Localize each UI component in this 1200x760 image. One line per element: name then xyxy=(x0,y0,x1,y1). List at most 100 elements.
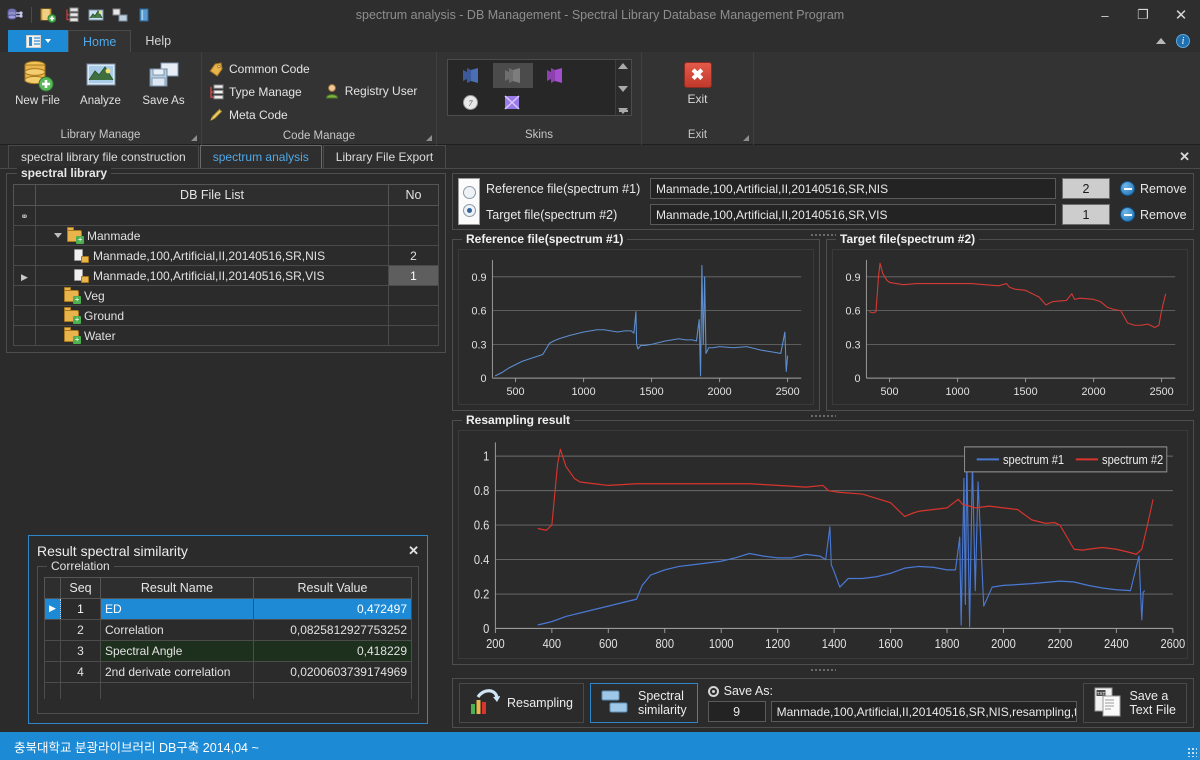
filter-key-icon[interactable]: ⚭ xyxy=(20,212,28,223)
skin-violet[interactable] xyxy=(493,90,533,115)
application-window: spectrum analysis - DB Management - Spec… xyxy=(0,0,1200,760)
ribbon-tab-home[interactable]: Home xyxy=(68,30,132,52)
type-manage-item[interactable]: Type Manage xyxy=(208,81,310,103)
arrange-icon[interactable] xyxy=(109,4,131,26)
splitter-handle-bottom[interactable] xyxy=(452,665,1194,674)
table-header-row: DB File List No xyxy=(13,184,439,206)
target-file-label: Target file(spectrum #2) xyxy=(486,207,618,222)
radio-reference-file[interactable] xyxy=(462,185,476,199)
spectrum-radio-group[interactable] xyxy=(458,178,480,225)
save-as-no-input[interactable]: 9 xyxy=(707,701,766,722)
dialog-launcher-icon-3[interactable] xyxy=(743,135,749,141)
application-menu-button[interactable] xyxy=(8,30,68,52)
floppy-save-icon xyxy=(147,60,181,92)
svg-text:2600: 2600 xyxy=(1160,636,1185,651)
group-row-water[interactable]: + Water xyxy=(35,325,389,346)
add-db-icon[interactable] xyxy=(37,4,59,26)
common-code-item[interactable]: Common Code xyxy=(208,58,310,80)
save-as-filename-input[interactable]: Manmade,100,Artificial,II,20140516,SR,NI… xyxy=(770,701,1078,722)
resampling-button[interactable]: Resampling xyxy=(459,683,585,723)
save-text-file-button[interactable]: TXT Save a Text File xyxy=(1083,683,1187,723)
analyze-icon[interactable] xyxy=(85,4,107,26)
table-row[interactable]: + Veg xyxy=(13,285,439,306)
delete-icon[interactable] xyxy=(133,4,155,26)
tab-spectrum-analysis[interactable]: spectrum analysis xyxy=(199,145,322,168)
scroll-down-icon[interactable] xyxy=(618,85,628,92)
expander-open-icon[interactable] xyxy=(54,233,62,238)
registry-user-item[interactable]: Registry User xyxy=(324,80,417,102)
help-info-icon[interactable]: i xyxy=(1176,34,1190,48)
col-seq[interactable]: Seq xyxy=(60,576,101,599)
tab-library-file-export[interactable]: Library File Export xyxy=(322,145,447,168)
group-row-veg[interactable]: + Veg xyxy=(35,285,389,306)
chevron-down-icon xyxy=(44,39,51,43)
svg-text:0: 0 xyxy=(855,373,861,385)
skin-seven[interactable]: 7 xyxy=(451,90,491,115)
skin-gray[interactable] xyxy=(492,63,533,88)
ribbon-tab-help[interactable]: Help xyxy=(131,30,185,52)
minimize-button[interactable]: – xyxy=(1086,0,1124,30)
table-row[interactable]: ▶ 1 ED 0,472497 xyxy=(44,597,412,620)
dialog-launcher-icon-2[interactable] xyxy=(426,135,432,141)
skins-gallery[interactable]: 7 xyxy=(446,59,632,116)
analyze-button[interactable]: Analyze xyxy=(69,56,132,107)
col-no[interactable]: No xyxy=(388,184,439,206)
tag-icon xyxy=(208,61,224,77)
exit-button[interactable]: ✖ Exit xyxy=(666,56,730,106)
table-row[interactable]: 4 2nd derivate correlation 0,02006037391… xyxy=(44,660,412,683)
file-row-vis[interactable]: Manmade,100,Artificial,II,20140516,SR,VI… xyxy=(35,265,389,286)
save-as-label: Save As xyxy=(142,95,185,107)
db-file-list-table[interactable]: DB File List No ⚭ + Manmade Manmade,100,… xyxy=(13,184,439,346)
close-tab-icon[interactable]: ✕ xyxy=(1179,149,1190,165)
skin-blue[interactable] xyxy=(451,63,491,88)
save-as-button[interactable]: Save As xyxy=(132,56,195,107)
reference-file-no[interactable]: 2 xyxy=(1062,178,1110,199)
file-row-nis[interactable]: Manmade,100,Artificial,II,20140516,SR,NI… xyxy=(35,245,389,266)
group-row-ground[interactable]: + Ground xyxy=(35,305,389,326)
target-file-input[interactable]: Manmade,100,Artificial,II,20140516,SR,VI… xyxy=(650,204,1056,225)
folder-icon: + xyxy=(64,326,81,344)
chart-row: Reference file(spectrum #1) 0 0.3 0.6 0.9 50… xyxy=(452,232,1194,411)
dialog-launcher-icon[interactable] xyxy=(191,135,197,141)
reference-file-input[interactable]: Manmade,100,Artificial,II,20140516,SR,NI… xyxy=(650,178,1056,199)
svg-text:1400: 1400 xyxy=(822,636,847,651)
remove-reference-button[interactable]: Remove xyxy=(1116,178,1188,199)
correlation-table[interactable]: Seq Result Name Result Value ▶ 1 ED 0,47… xyxy=(44,576,412,699)
meta-code-item[interactable]: Meta Code xyxy=(208,104,310,126)
db-link-icon[interactable] xyxy=(4,4,26,26)
table-row[interactable]: ▶ Manmade,100,Artificial,II,20140516,SR,… xyxy=(13,265,439,286)
file-cell: Manmade,100,Artificial,II,20140516,SR,NI… xyxy=(40,249,384,263)
row-indicator xyxy=(13,285,36,306)
ribbon-group-exit-title: Exit xyxy=(642,125,753,145)
new-file-button[interactable]: New File xyxy=(6,56,69,107)
table-row[interactable]: + Water xyxy=(13,325,439,346)
scroll-up-icon[interactable] xyxy=(618,63,628,69)
skin-purple[interactable] xyxy=(535,63,575,88)
col-result-name[interactable]: Result Name xyxy=(100,576,254,599)
table-row[interactable]: + Ground xyxy=(13,305,439,326)
col-indicator xyxy=(13,184,36,206)
col-result-value[interactable]: Result Value xyxy=(253,576,412,599)
skins-scrollbar[interactable] xyxy=(614,60,631,115)
target-file-no[interactable]: 1 xyxy=(1062,204,1110,225)
table-row[interactable]: ⚭ xyxy=(13,205,439,226)
close-button[interactable]: ✕ xyxy=(1162,0,1200,30)
col-db-file-list[interactable]: DB File List xyxy=(35,184,389,206)
table-row[interactable]: Manmade,100,Artificial,II,20140516,SR,NI… xyxy=(13,245,439,266)
table-row[interactable]: 3 Spectral Angle 0,418229 xyxy=(44,639,412,662)
group-row-manmade[interactable]: + Manmade xyxy=(35,225,389,246)
result-header-row: Seq Result Name Result Value xyxy=(44,576,412,599)
resize-grip-icon[interactable] xyxy=(1187,747,1197,757)
radio-target-file[interactable] xyxy=(462,204,476,218)
row-pointer xyxy=(44,618,61,641)
svg-text:0.3: 0.3 xyxy=(846,339,861,351)
remove-target-button[interactable]: Remove xyxy=(1116,204,1188,225)
spectral-similarity-button[interactable]: Spectral similarity xyxy=(590,683,698,723)
close-icon[interactable]: ✕ xyxy=(408,543,419,559)
table-row[interactable]: + Manmade xyxy=(13,225,439,246)
collapse-ribbon-icon[interactable] xyxy=(1156,38,1166,44)
type-manage-icon[interactable] xyxy=(61,4,83,26)
maximize-button[interactable]: ❐ xyxy=(1124,0,1162,30)
tab-spectral-library-file-construction[interactable]: spectral library file construction xyxy=(8,145,199,168)
table-row[interactable]: 2 Correlation 0,0825812927753252 xyxy=(44,618,412,641)
